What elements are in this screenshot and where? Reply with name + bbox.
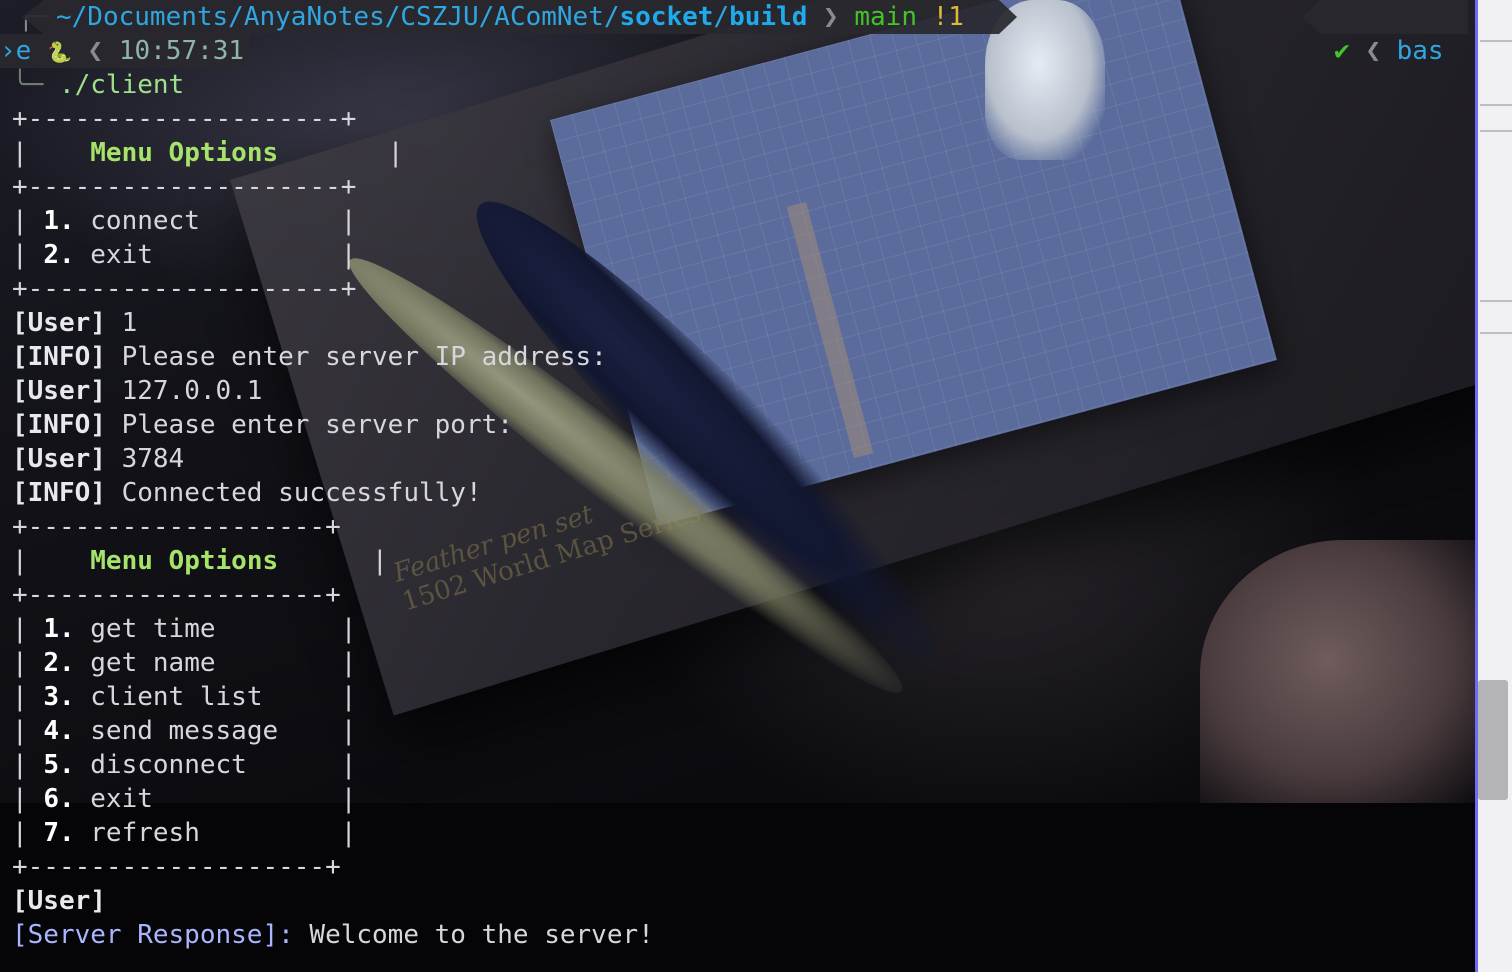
prompt-path: ~/Documents/AnyaNotes/CSZJU/AComNet/ (56, 2, 620, 32)
pane-divider (1480, 40, 1512, 42)
menu2-item: | 2. get name | (12, 648, 357, 678)
menu2-item: | 4. send message | (12, 716, 357, 746)
server-response-text: Welcome to the server! (293, 920, 654, 950)
log-text: 1 (105, 308, 138, 338)
menu1-border-bottom: +--------------------+ (12, 274, 357, 304)
status-check-icon: ✔ (1334, 36, 1350, 66)
menu2-item-num: 7. (43, 818, 75, 848)
right-shell-label: bas (1396, 36, 1444, 66)
log-line: [INFO] Connected successfully! (12, 476, 482, 510)
git-branch: main (854, 2, 917, 32)
menu1-border-mid: +--------------------+ (12, 172, 357, 202)
log-line: [User] 1 (12, 306, 137, 340)
log-tag: [User] (12, 376, 106, 406)
menu2-title-row: | Menu Options | (12, 546, 388, 576)
menu2-item-label: exit (90, 784, 153, 814)
menu1-item: | 2. exit | (12, 240, 357, 270)
log-line: [INFO] Please enter server IP address: (12, 340, 607, 374)
log-tag: [INFO] (12, 410, 106, 440)
prompt-time: 10:57:31 (118, 36, 245, 66)
log-line: [User] 3784 (12, 442, 184, 476)
python-icon: 🐍 (46, 40, 72, 64)
menu1-item: | 1. connect | (12, 206, 357, 236)
menu2-border-top: +-------------------+ (12, 512, 341, 542)
command-text: ./client (58, 70, 185, 100)
log-tag: [User] (12, 308, 106, 338)
time-chevron-icon: ❮ (87, 36, 104, 66)
prompt-tree-glyph: ╰─ (12, 70, 44, 100)
prompt-bar: ╭─ ~/Documents/AnyaNotes/CSZJU/AComNet/s… (0, 0, 1468, 66)
wallpaper-cloth (1200, 540, 1475, 803)
pane-divider (1480, 332, 1512, 334)
prompt-chevron-icon: ❯ (823, 2, 839, 32)
pane-divider (1480, 300, 1512, 302)
menu2-title: Menu Options (90, 546, 279, 576)
menu2-item-label: get name (90, 648, 216, 678)
log-text: 3784 (105, 444, 185, 474)
menu1-item-label: connect (90, 206, 200, 236)
menu2-item-num: 4. (43, 716, 75, 746)
prompt-line-2: ›e 🐍 ❮ 10:57:31 (0, 34, 250, 68)
menu2-item-num: 1. (43, 614, 75, 644)
terminal-window[interactable]: Feather pen set 1502 World Map Series ╭─… (0, 0, 1512, 972)
adjacent-pane-strip (1475, 0, 1512, 972)
log-text: Please enter server port: (105, 410, 513, 440)
menu2-item-label: get time (90, 614, 216, 644)
server-response-line: [Server Response]: Welcome to the server… (12, 918, 654, 952)
menu1-item-num: 2. (43, 240, 75, 270)
menu2-item-num: 5. (43, 750, 75, 780)
menu2-item: | 1. get time | (12, 614, 357, 644)
menu1-border-top: +--------------------+ (12, 104, 357, 134)
command-line: ╰─ ./client (12, 68, 184, 102)
menu2-item: | 6. exit | (12, 784, 357, 814)
log-tag: [INFO] (12, 342, 106, 372)
log-line: [User] 127.0.0.1 (12, 374, 262, 408)
log-line: [INFO] Please enter server port: (12, 408, 513, 442)
log-text: Connected successfully! (105, 478, 482, 508)
server-response-tag: [Server Response]: (12, 920, 294, 950)
prompt-path-sep: / (713, 2, 730, 32)
menu2-item-label: client list (90, 682, 263, 712)
menu2-item-label: disconnect (90, 750, 247, 780)
log-text: 127.0.0.1 (105, 376, 263, 406)
prompt-path-segment: ~/Documents/AnyaNotes/CSZJU/AComNet/sock… (22, 0, 1017, 34)
git-dirty-count: !1 (932, 2, 964, 32)
prompt-path-build: build (729, 2, 808, 32)
menu2-item: | 3. client list | (12, 682, 357, 712)
menu2-item-label: refresh (90, 818, 200, 848)
menu2-item: | 7. refresh | (12, 818, 357, 848)
log-tag: [INFO] (12, 478, 106, 508)
menu1-item-num: 1. (43, 206, 75, 236)
log-text: Please enter server IP address: (105, 342, 607, 372)
prompt-right-segment: ✔ ❮ bas (1302, 0, 1468, 66)
menu2-border-mid: +-------------------+ (12, 580, 341, 610)
menu2-item-num: 2. (43, 648, 75, 678)
menu2-border-bottom: +-------------------+ (12, 852, 341, 882)
menu2-item: | 5. disconnect | (12, 750, 357, 780)
menu2-item-num: 6. (43, 784, 75, 814)
prompt-path-socket: socket (619, 2, 714, 32)
right-chevron-icon: ❮ (1365, 36, 1381, 66)
menu1-title: Menu Options (90, 138, 279, 168)
scrollbar-thumb[interactable] (1478, 680, 1508, 800)
menu1-item-label: exit (90, 240, 153, 270)
pane-divider (1480, 130, 1512, 132)
menu1-title-row: | Menu Options | (12, 138, 404, 168)
pane-divider (1480, 104, 1512, 106)
menu2-item-label: send message (90, 716, 279, 746)
user-input-line[interactable]: [User] (12, 884, 106, 918)
user-tag: [User] (12, 886, 106, 916)
menu2-item-num: 3. (43, 682, 75, 712)
prompt-line2-lead: ›e (0, 36, 32, 66)
log-tag: [User] (12, 444, 106, 474)
